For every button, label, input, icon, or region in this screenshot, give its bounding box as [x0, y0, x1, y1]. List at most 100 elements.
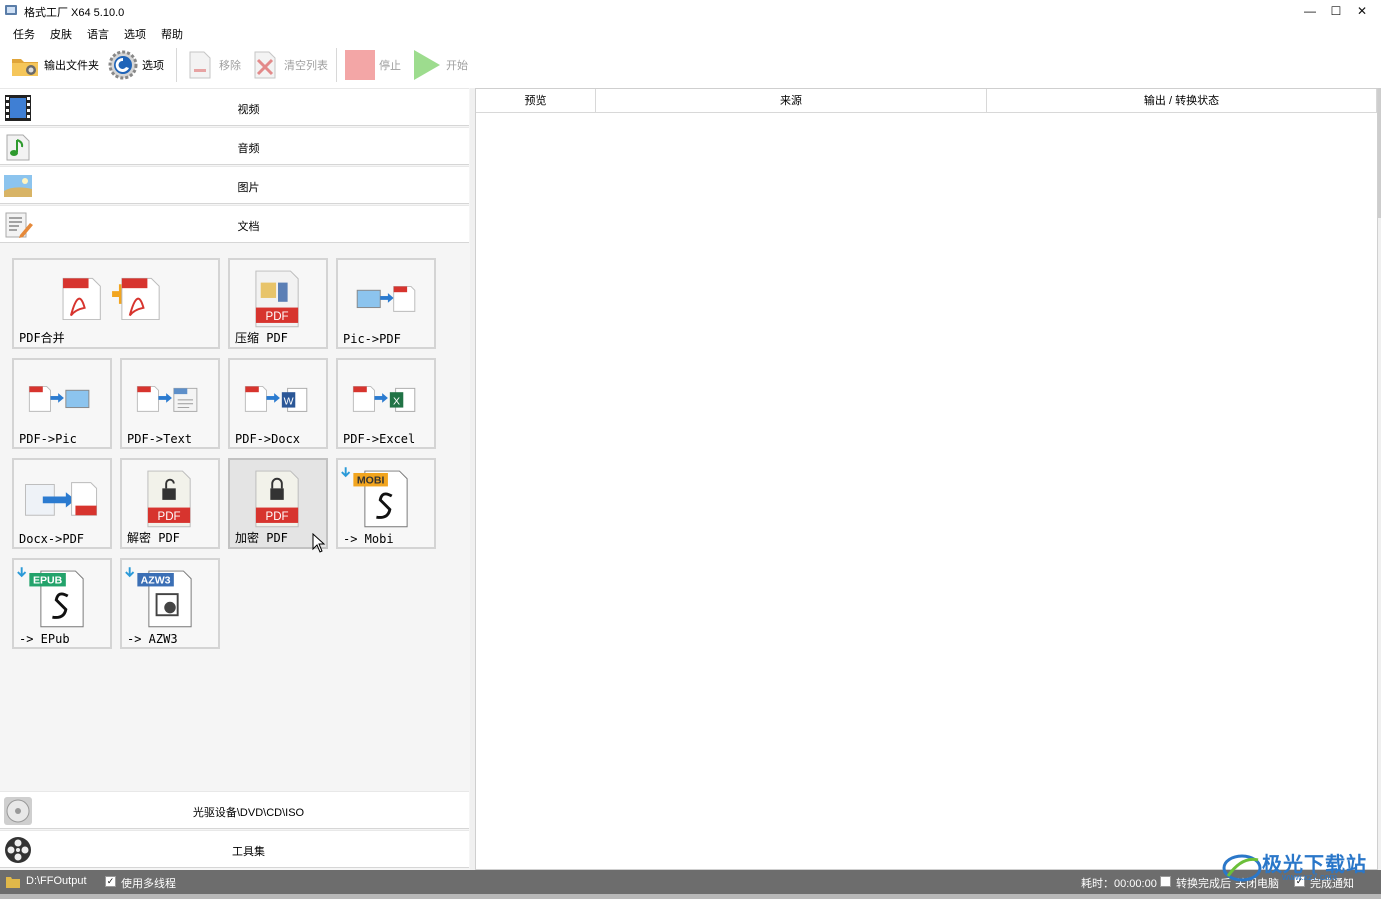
column-source[interactable]: 来源: [596, 89, 987, 113]
tile-label: -> EPub: [19, 632, 70, 646]
svg-text:W: W: [284, 396, 294, 408]
stop-label: 停止: [379, 60, 401, 72]
folder-icon: [12, 59, 38, 76]
tile-pdf-to-excel[interactable]: X PDF->Excel: [336, 358, 436, 449]
tile-compress-pdf[interactable]: PDF 压缩 PDF: [228, 258, 328, 349]
category-document[interactable]: 文档: [0, 205, 469, 243]
remove-label: 移除: [219, 60, 241, 72]
tile-label: 加密 PDF: [235, 531, 288, 545]
multithread-checkbox[interactable]: ✓: [105, 876, 116, 887]
category-audio-label: 音频: [237, 143, 260, 155]
output-folder-label: 输出文件夹: [44, 60, 99, 72]
category-optical-label: 光驱设备\DVD\CD\ISO: [192, 807, 305, 819]
play-icon: [414, 50, 440, 80]
tile-pdf-to-docx[interactable]: W PDF->Docx: [228, 358, 328, 449]
start-label: 开始: [446, 60, 468, 72]
watermark-url: www.xz7.com: [1282, 872, 1338, 882]
start-button[interactable]: 开始: [412, 50, 468, 80]
svg-text:EPUB: EPUB: [33, 575, 63, 587]
tile-label: PDF->Excel: [343, 432, 416, 446]
taskbar-edge: [0, 894, 1381, 899]
left-panel: 视频 音频 图片 文档 PDF合并 PDF 压缩 PDF Pic->PDF PD…: [0, 88, 470, 870]
tile-decrypt-pdf[interactable]: PDF 解密 PDF: [120, 458, 220, 549]
minimize-button[interactable]: —: [1296, 0, 1324, 22]
docx-to-pdf-icon: [25, 482, 98, 516]
toolbar-separator: [336, 48, 337, 82]
decrypt-pdf-icon: PDF: [147, 470, 191, 528]
pdf-merge-icon: [62, 277, 160, 321]
title-bar: 格式工厂 X64 5.10.0 — ☐ ✕: [0, 0, 1381, 22]
maximize-button[interactable]: ☐: [1322, 0, 1350, 22]
tile-label: PDF->Text: [127, 432, 193, 446]
toolbar-separator: [176, 48, 177, 82]
category-tools-label: 工具集: [232, 846, 265, 858]
gear-icon: [108, 50, 138, 80]
menu-bar: 任务 皮肤 语言 选项 帮助: [0, 22, 1381, 42]
clear-list-button[interactable]: 清空列表: [250, 50, 328, 80]
tile-label: 解密 PDF: [127, 531, 180, 545]
tile-pdf-to-pic[interactable]: PDF->Pic: [12, 358, 112, 449]
multithread-label: 使用多线程: [121, 878, 176, 890]
category-video-label: 视频: [237, 104, 260, 116]
pdf-to-docx-icon: W: [244, 385, 308, 412]
mouse-cursor-icon: [312, 533, 326, 553]
watermark: 极光下载站 www.xz7.com: [1222, 848, 1372, 888]
task-list[interactable]: 预览 来源 输出 / 转换状态: [475, 88, 1378, 870]
watermark-logo: [1222, 854, 1262, 882]
menu-options[interactable]: 选项: [124, 26, 146, 42]
tile-to-epub[interactable]: EPUB -> EPub: [12, 558, 112, 649]
stop-button[interactable]: 停止: [345, 50, 401, 80]
menu-language[interactable]: 语言: [87, 26, 109, 42]
clear-icon: [254, 51, 276, 79]
pic-to-pdf-icon: [356, 285, 416, 312]
svg-text:AZW3: AZW3: [141, 575, 171, 587]
output-path[interactable]: D:\FFOutput: [26, 875, 87, 887]
shutdown-checkbox[interactable]: [1160, 876, 1171, 887]
remove-button[interactable]: 移除: [185, 50, 241, 80]
column-preview[interactable]: 预览: [476, 89, 596, 113]
toolbar: 输出文件夹 选项 移除 清空列表 停止 开始: [0, 42, 1381, 88]
tile-label: PDF合并: [19, 331, 65, 345]
status-bar: D:\FFOutput ✓ 使用多线程 耗时：00:00:00 转换完成后 关闭…: [0, 870, 1381, 894]
category-picture[interactable]: 图片: [0, 166, 469, 204]
menu-help[interactable]: 帮助: [161, 26, 183, 42]
menu-skin[interactable]: 皮肤: [50, 26, 72, 42]
category-video[interactable]: 视频: [0, 88, 469, 126]
tile-label: 压缩 PDF: [235, 331, 288, 345]
close-button[interactable]: ✕: [1348, 0, 1376, 22]
tile-pdf-merge[interactable]: PDF合并: [12, 258, 220, 349]
menu-task[interactable]: 任务: [13, 26, 35, 42]
category-audio[interactable]: 音频: [0, 127, 469, 165]
remove-icon: [189, 51, 211, 79]
stop-icon: [345, 50, 375, 80]
options-button[interactable]: 选项: [108, 50, 164, 80]
svg-text:PDF: PDF: [266, 311, 289, 323]
tile-to-mobi[interactable]: MOBI -> Mobi: [336, 458, 436, 549]
tile-to-azw3[interactable]: AZW3 -> AZW3: [120, 558, 220, 649]
tile-label: Pic->PDF: [343, 332, 401, 346]
options-label: 选项: [142, 60, 164, 72]
tile-label: Docx->PDF: [19, 532, 85, 546]
clear-list-label: 清空列表: [284, 60, 328, 72]
format-factory-window: 格式工厂 X64 5.10.0 — ☐ ✕ 任务 皮肤 语言 选项 帮助 输出文…: [0, 0, 1381, 899]
output-folder-button[interactable]: 输出文件夹: [10, 50, 99, 80]
category-optical-drive[interactable]: 光驱设备\DVD\CD\ISO: [0, 791, 469, 829]
mobi-icon: MOBI: [341, 467, 408, 528]
column-output-status[interactable]: 输出 / 转换状态: [987, 89, 1377, 113]
folder-icon: [6, 877, 20, 888]
tile-pdf-to-text[interactable]: PDF->Text: [120, 358, 220, 449]
category-document-label: 文档: [237, 221, 260, 233]
app-icon: [5, 5, 17, 15]
pdf-to-pic-icon: [28, 385, 90, 412]
pdf-to-excel-icon: X: [352, 385, 416, 412]
category-tools[interactable]: 工具集: [0, 830, 469, 868]
tile-docx-to-pdf[interactable]: Docx->PDF: [12, 458, 112, 549]
tile-label: PDF->Docx: [235, 432, 301, 446]
svg-text:MOBI: MOBI: [357, 475, 385, 487]
tile-label: -> Mobi: [343, 532, 394, 546]
elapsed-time: 耗时：00:00:00: [1081, 878, 1157, 890]
compress-pdf-icon: PDF: [255, 270, 299, 328]
category-picture-label: 图片: [237, 182, 260, 194]
svg-text:PDF: PDF: [158, 511, 181, 523]
tile-pic-to-pdf[interactable]: Pic->PDF: [336, 258, 436, 349]
